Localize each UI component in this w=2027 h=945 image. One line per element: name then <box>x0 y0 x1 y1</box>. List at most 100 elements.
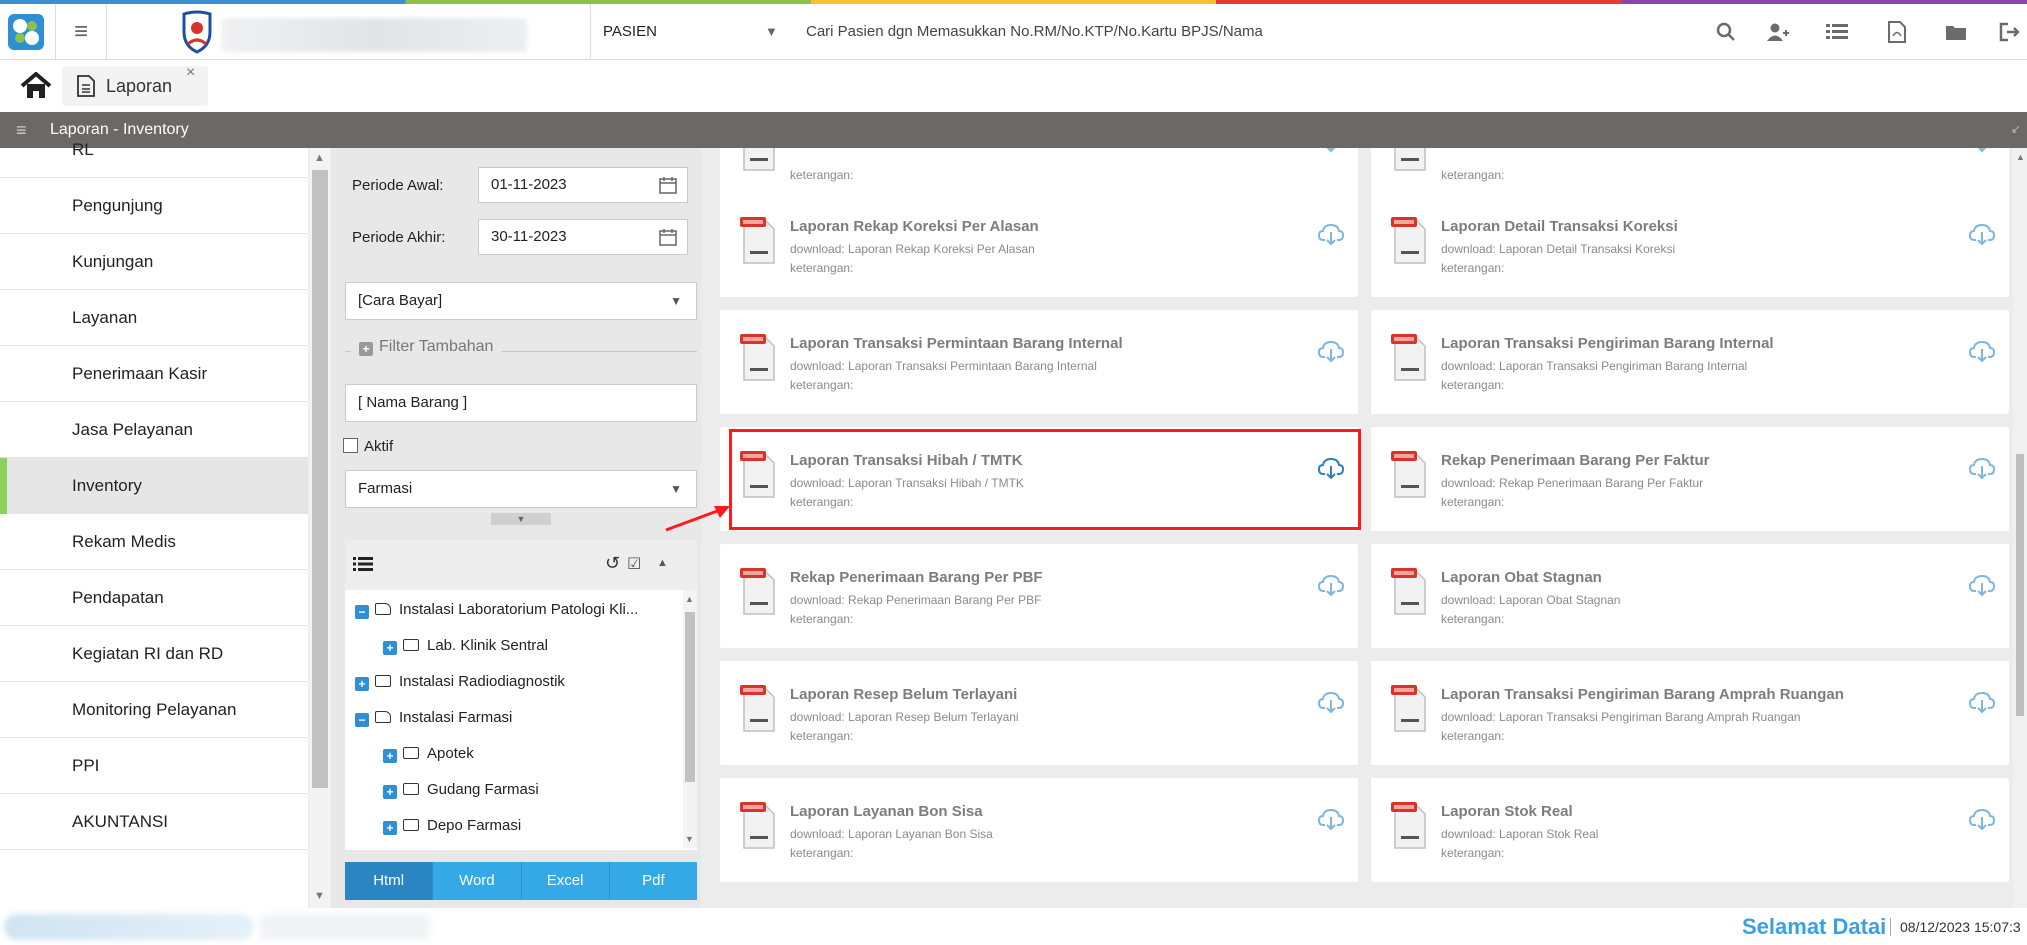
report-card[interactable]: Laporan Stok Real download: Laporan Stok … <box>1371 778 2009 882</box>
pdf-icon[interactable] <box>1885 20 1909 44</box>
report-title[interactable]: Rekap Penerimaan Barang Per Faktur <box>1441 452 1709 469</box>
cloud-download-icon[interactable] <box>1318 691 1344 715</box>
module-select[interactable]: PASIEN <box>603 4 657 60</box>
sidebar-scrollbar[interactable]: ▲ ▼ <box>309 148 331 908</box>
periode-akhir-input[interactable]: 30-11-2023 <box>478 219 688 255</box>
scrollbar-thumb[interactable] <box>2016 454 2024 716</box>
report-card[interactable]: Laporan Transaksi Pengiriman Barang Ampr… <box>1371 661 2009 765</box>
export-pdf-button[interactable]: Pdf <box>609 862 697 900</box>
reset-icon[interactable]: ↺ <box>605 553 620 574</box>
report-card[interactable]: Rekap Penerimaan Barang Per Faktur downlo… <box>1371 427 2009 531</box>
periode-awal-input[interactable]: 01-11-2023 <box>478 167 688 203</box>
add-user-icon[interactable] <box>1766 20 1790 44</box>
report-title[interactable]: Rekap Penerimaan Barang Per PBF <box>790 569 1043 586</box>
cloud-download-icon[interactable] <box>1969 340 1995 364</box>
scroll-up-icon[interactable]: ▲ <box>685 594 694 604</box>
scroll-down-icon[interactable]: ▼ <box>314 890 325 902</box>
chevron-up-icon[interactable]: ▲ <box>657 557 668 569</box>
sidebar-item-akuntansi[interactable]: AKUNTANSI <box>0 794 308 850</box>
report-title[interactable]: Laporan Rekap Koreksi Per Alasan <box>790 218 1039 235</box>
scroll-up-icon[interactable]: ▲ <box>2016 152 2025 162</box>
sidebar-item-inventory[interactable]: Inventory <box>0 458 308 514</box>
search-icon[interactable] <box>1714 20 1738 44</box>
calendar-icon[interactable] <box>659 176 677 194</box>
report-title[interactable]: Laporan Resep Belum Terlayani <box>790 686 1017 703</box>
sidebar-item-pengunjung[interactable]: Pengunjung <box>0 178 308 234</box>
export-html-button[interactable]: Html <box>345 862 434 900</box>
sidebar-item-jasa-pelayanan[interactable]: Jasa Pelayanan <box>0 402 308 458</box>
nama-barang-input[interactable]: [ Nama Barang ] <box>345 384 697 422</box>
content-scrollbar[interactable]: ▲ <box>2013 148 2027 908</box>
plus-icon[interactable]: + <box>383 785 397 799</box>
plus-icon[interactable]: + <box>355 677 369 691</box>
cloud-download-icon[interactable] <box>1969 457 1995 481</box>
sidebar-item-pendapatan[interactable]: Pendapatan <box>0 570 308 626</box>
report-title[interactable]: Laporan Obat Stagnan <box>1441 569 1602 586</box>
tree-node[interactable]: + Apotek <box>383 745 474 763</box>
report-card[interactable]: Rekap Penerimaan Barang Per PBF download:… <box>720 544 1358 648</box>
plus-icon[interactable]: + <box>383 749 397 763</box>
report-card[interactable]: Laporan Detail Transaksi Koreksi download… <box>1371 193 2009 297</box>
cloud-download-icon[interactable] <box>1318 340 1344 364</box>
minus-icon[interactable]: − <box>355 713 369 727</box>
cloud-download-icon[interactable] <box>1969 691 1995 715</box>
scrollbar-thumb[interactable] <box>685 612 695 782</box>
aktif-checkbox[interactable]: Aktif <box>343 438 393 455</box>
tree-node[interactable]: + Instalasi Radiodiagnostik <box>355 673 565 691</box>
sidebar-item-kegiatan-ri-rd[interactable]: Kegiatan RI dan RD <box>0 626 308 682</box>
report-title[interactable]: Laporan Stok Real <box>1441 803 1573 820</box>
report-card[interactable]: Laporan Transaksi Pengiriman Barang Inte… <box>1371 310 2009 414</box>
tab-laporan[interactable]: Laporan × <box>62 64 208 106</box>
cara-bayar-select[interactable]: [Cara Bayar] ▼ <box>345 282 697 320</box>
collapse-handle[interactable]: ▼ <box>491 513 551 525</box>
tree-node[interactable]: + Gudang Farmasi <box>383 781 539 799</box>
report-card[interactable]: Laporan Transaksi Permintaan Barang Inte… <box>720 310 1358 414</box>
report-title[interactable]: Laporan Detail Transaksi Koreksi <box>1441 218 1678 235</box>
resize-icon[interactable]: ↙ <box>2011 122 2021 136</box>
export-word-button[interactable]: Word <box>433 862 522 900</box>
list-icon[interactable] <box>1825 20 1849 44</box>
menu-toggle-button[interactable]: ≡ <box>55 4 107 60</box>
cloud-download-icon[interactable] <box>1318 223 1344 247</box>
cloud-download-icon[interactable] <box>1318 574 1344 598</box>
sidebar-item-monitoring-pelayanan[interactable]: Monitoring Pelayanan <box>0 682 308 738</box>
cloud-download-icon[interactable] <box>1969 148 1995 154</box>
list-icon[interactable] <box>353 556 373 572</box>
cloud-download-icon[interactable] <box>1318 148 1344 154</box>
app-logo[interactable] <box>0 4 52 60</box>
plus-icon[interactable]: + <box>383 821 397 835</box>
unit-select[interactable]: Farmasi ▼ <box>345 470 697 508</box>
report-card[interactable]: Laporan Rekap Koreksi Per Alasan download… <box>720 193 1358 297</box>
cloud-download-icon[interactable] <box>1969 574 1995 598</box>
report-title[interactable]: Laporan Transaksi Pengiriman Barang Inte… <box>1441 335 1774 352</box>
tree-node[interactable]: + Lab. Klinik Sentral <box>383 637 548 655</box>
check-all-icon[interactable]: ☑ <box>627 554 641 574</box>
checkbox-box[interactable] <box>343 438 358 453</box>
home-icon[interactable] <box>18 72 54 100</box>
report-title[interactable]: Laporan Layanan Bon Sisa <box>790 803 983 820</box>
logout-icon[interactable] <box>1998 20 2022 44</box>
chevron-down-icon[interactable]: ▼ <box>765 4 778 60</box>
calendar-icon[interactable] <box>659 228 677 246</box>
sidebar-item-rekam-medis[interactable]: Rekam Medis <box>0 514 308 570</box>
close-icon[interactable]: × <box>186 64 195 82</box>
report-title[interactable]: Laporan Transaksi Pengiriman Barang Ampr… <box>1441 686 1844 703</box>
report-card[interactable]: Laporan Obat Stagnan download: Laporan Ob… <box>1371 544 2009 648</box>
folder-icon[interactable] <box>1944 20 1968 44</box>
filter-tambahan-toggle[interactable]: + Filter Tambahan <box>351 338 502 356</box>
scrollbar-thumb[interactable] <box>312 170 328 788</box>
tree-node[interactable]: − Instalasi Farmasi <box>355 709 512 727</box>
sidebar-item-kunjungan[interactable]: Kunjungan <box>0 234 308 290</box>
patient-search-input[interactable]: Cari Pasien dgn Memasukkan No.RM/No.KTP/… <box>806 4 1263 60</box>
export-excel-button[interactable]: Excel <box>521 862 610 900</box>
report-card[interactable]: Laporan Resep Belum Terlayani download: L… <box>720 661 1358 765</box>
cloud-download-icon[interactable] <box>1318 808 1344 832</box>
cloud-download-icon[interactable] <box>1969 223 1995 247</box>
plus-icon[interactable]: + <box>383 641 397 655</box>
scroll-down-icon[interactable]: ▼ <box>685 834 694 844</box>
cloud-download-icon[interactable] <box>1969 808 1995 832</box>
sidebar-item-penerimaan-kasir[interactable]: Penerimaan Kasir <box>0 346 308 402</box>
tree-node[interactable]: + Depo Farmasi <box>383 817 521 835</box>
report-title[interactable]: Laporan Transaksi Permintaan Barang Inte… <box>790 335 1123 352</box>
tree-node[interactable]: − Instalasi Laboratorium Patologi Kli... <box>355 601 638 619</box>
